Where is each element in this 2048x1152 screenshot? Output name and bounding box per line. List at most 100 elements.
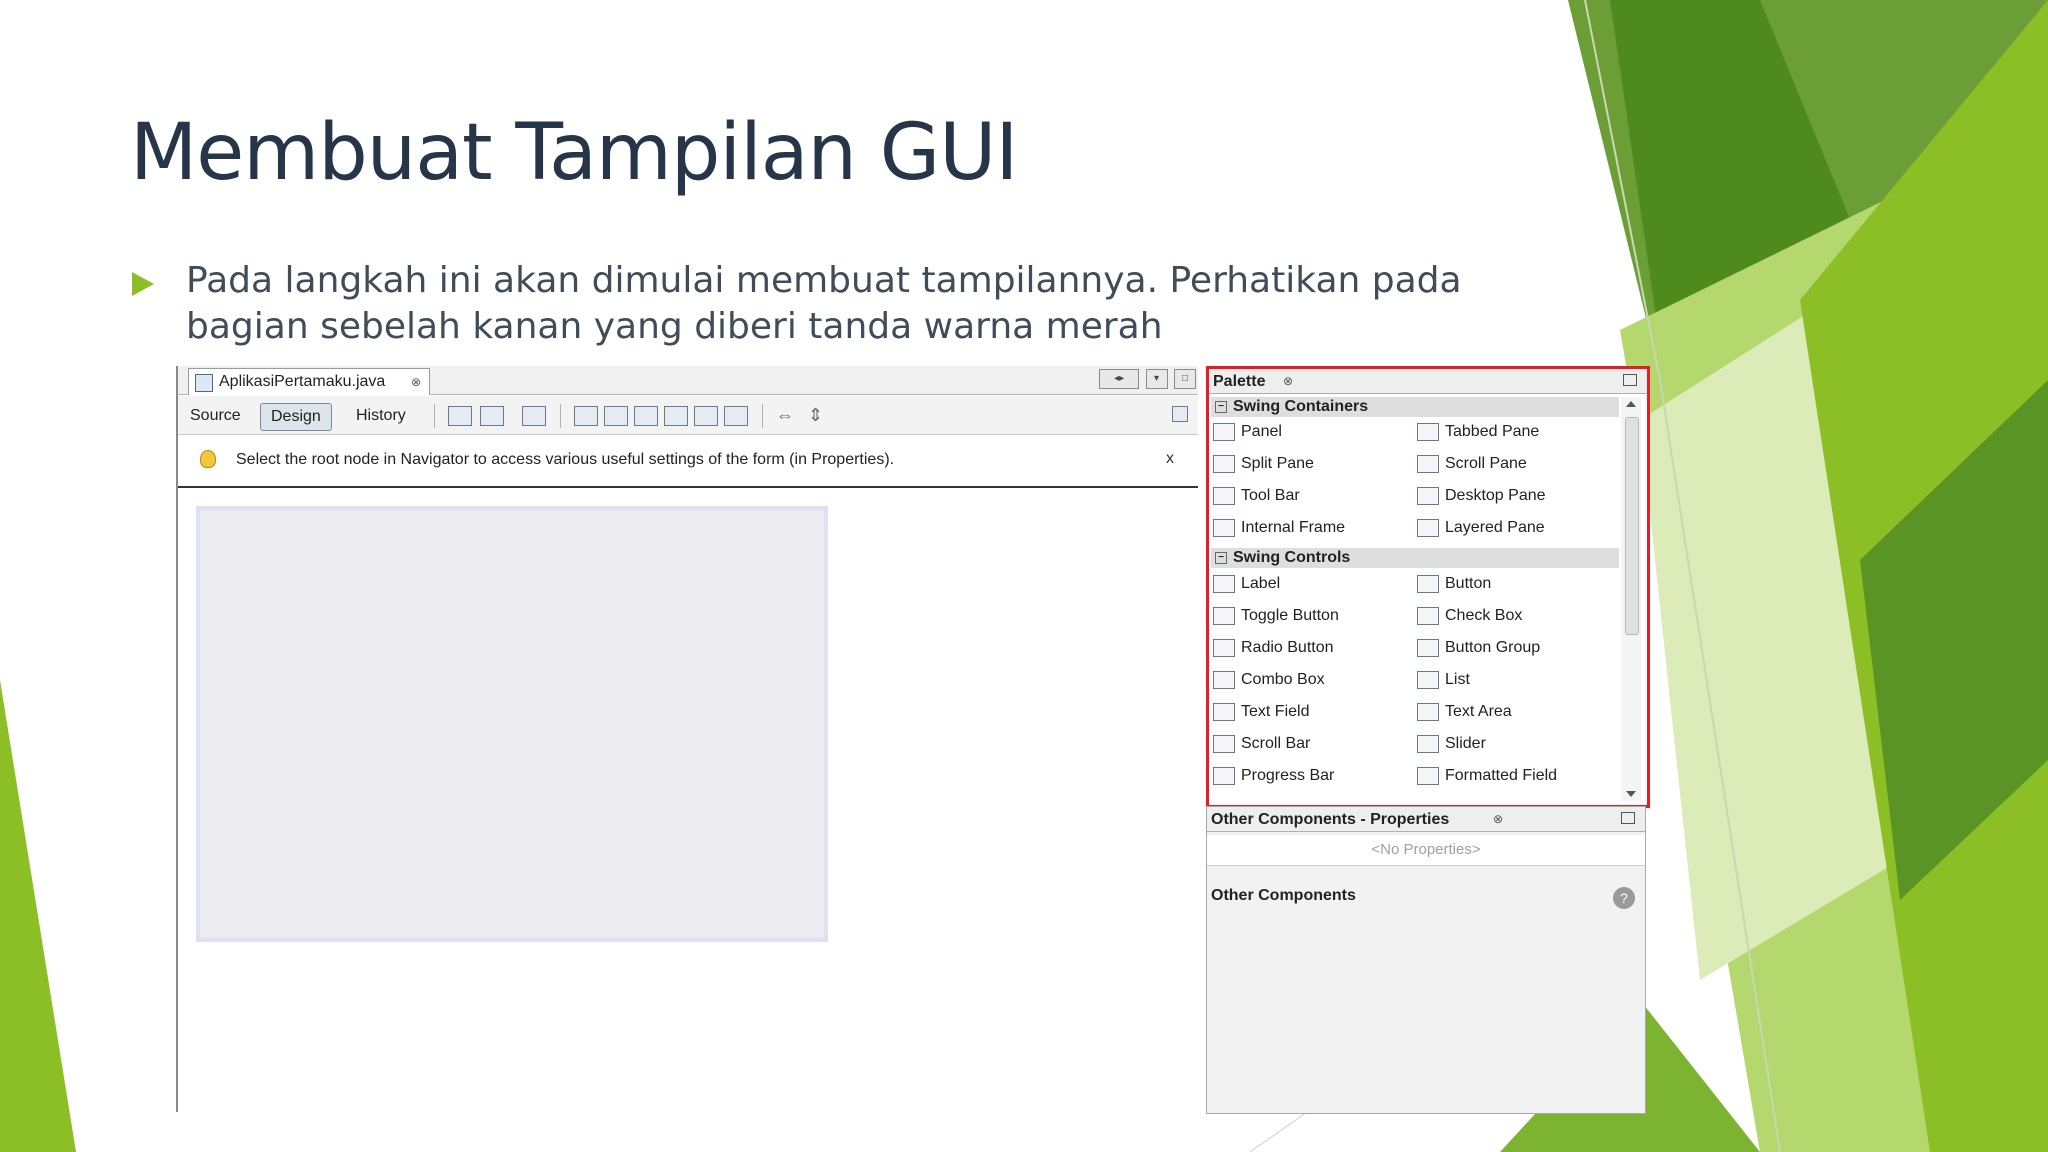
bullet-text: Pada langkah ini akan dimulai membuat ta…	[186, 260, 1462, 347]
palette-item-progress-bar[interactable]: Progress Bar	[1213, 765, 1334, 787]
selection-mode-icon[interactable]	[448, 406, 472, 426]
editor-tab-bar: AplikasiPertamaku.java ⊗ ◂▸ ▾ □	[178, 366, 1198, 395]
toggle-button-icon	[1213, 606, 1235, 625]
palette-item-formatted-field[interactable]: Formatted Field	[1417, 765, 1557, 787]
slider-icon	[1417, 734, 1439, 753]
palette-item-label[interactable]: Label	[1213, 573, 1280, 595]
file-tab-close-icon[interactable]: ⊗	[411, 369, 421, 395]
preview-design-icon[interactable]	[522, 406, 546, 426]
layered-pane-icon	[1417, 518, 1439, 537]
scroll-up-icon[interactable]	[1626, 401, 1636, 407]
help-icon[interactable]: ?	[1613, 887, 1635, 909]
formatted-field-icon	[1417, 766, 1439, 785]
palette-item-button[interactable]: Button	[1417, 573, 1491, 595]
palette-item-internal-frame[interactable]: Internal Frame	[1213, 517, 1345, 539]
label-icon	[1213, 574, 1235, 593]
properties-minimize-icon[interactable]	[1621, 812, 1635, 824]
palette-close-icon[interactable]: ⊗	[1283, 374, 1293, 388]
palette-minimize-icon[interactable]	[1623, 374, 1637, 386]
tool-bar-icon	[1213, 486, 1235, 505]
bullet-point: Pada langkah ini akan dimulai membuat ta…	[130, 258, 1550, 350]
check-box-icon	[1417, 606, 1439, 625]
hint-bar: Select the root node in Navigator to acc…	[178, 436, 1198, 488]
palette-item-button-group[interactable]: Button Group	[1417, 637, 1540, 659]
jframe-design-canvas[interactable]	[196, 506, 828, 942]
tabbed-pane-icon	[1417, 422, 1439, 441]
palette-item-text-field[interactable]: Text Field	[1213, 701, 1309, 723]
scroll-bar-icon	[1213, 734, 1235, 753]
palette-item-check-box[interactable]: Check Box	[1417, 605, 1522, 627]
internal-frame-icon	[1213, 518, 1235, 537]
scroll-pane-icon	[1417, 454, 1439, 473]
list-icon	[1417, 670, 1439, 689]
progress-bar-icon	[1213, 766, 1235, 785]
collapse-icon: −	[1215, 400, 1227, 413]
bullet-arrow-icon	[132, 272, 154, 296]
file-tab-label: AplikasiPertamaku.java	[219, 373, 386, 390]
scroll-down-icon[interactable]	[1626, 791, 1636, 797]
resize-vertical-icon[interactable]: ⇕	[808, 406, 830, 424]
properties-header: Other Components - Properties ⊗	[1207, 807, 1645, 832]
palette-item-tool-bar[interactable]: Tool Bar	[1213, 485, 1300, 507]
palette-item-radio-button[interactable]: Radio Button	[1213, 637, 1334, 659]
palette-item-layered-pane[interactable]: Layered Pane	[1417, 517, 1545, 539]
center-vertical-icon[interactable]	[724, 406, 748, 426]
slide-title: Membuat Tampilan GUI	[130, 108, 1018, 198]
history-button[interactable]: History	[346, 403, 416, 429]
palette-item-slider[interactable]: Slider	[1417, 733, 1486, 755]
hint-text: Select the root node in Navigator to acc…	[236, 451, 895, 468]
palette-item-combo-box[interactable]: Combo Box	[1213, 669, 1325, 691]
palette-item-split-pane[interactable]: Split Pane	[1213, 453, 1314, 475]
properties-close-icon[interactable]: ⊗	[1493, 812, 1503, 826]
center-horizontal-icon[interactable]	[634, 406, 658, 426]
file-tab[interactable]: AplikasiPertamaku.java ⊗	[188, 368, 430, 395]
properties-panel: Other Components - Properties ⊗ <No Prop…	[1206, 806, 1646, 1114]
split-pane-icon	[1213, 454, 1235, 473]
combo-box-icon	[1213, 670, 1235, 689]
scrollbar-thumb[interactable]	[1625, 417, 1639, 635]
palette-item-scroll-bar[interactable]: Scroll Bar	[1213, 733, 1310, 755]
align-bottom-icon[interactable]	[694, 406, 718, 426]
connection-mode-icon[interactable]	[480, 406, 504, 426]
palette-title: Palette	[1213, 373, 1266, 390]
collapse-icon: −	[1215, 551, 1227, 564]
java-file-icon	[195, 374, 213, 392]
category-swing-controls[interactable]: − Swing Controls	[1211, 548, 1619, 568]
palette-panel: Palette ⊗ − Swing Containers Panel Tabbed…	[1206, 366, 1650, 808]
source-button[interactable]: Source	[180, 403, 251, 429]
lightbulb-icon	[200, 450, 216, 468]
palette-item-desktop-pane[interactable]: Desktop Pane	[1417, 485, 1546, 507]
properties-title: Other Components - Properties	[1211, 811, 1450, 828]
align-top-icon[interactable]	[664, 406, 688, 426]
scroll-tabs-button[interactable]: ◂▸	[1099, 369, 1140, 389]
netbeans-screenshot: AplikasiPertamaku.java ⊗ ◂▸ ▾ □ Source D…	[176, 366, 1650, 1114]
editor-toolbar: Source Design History ⇔ ⇕	[178, 396, 1198, 435]
maximize-window-button[interactable]: □	[1174, 369, 1196, 389]
resize-horizontal-icon[interactable]: ⇔	[776, 406, 798, 424]
palette-item-tabbed-pane[interactable]: Tabbed Pane	[1417, 421, 1539, 443]
palette-item-panel[interactable]: Panel	[1213, 421, 1282, 443]
palette-item-toggle-button[interactable]: Toggle Button	[1213, 605, 1339, 627]
panel-icon	[1213, 422, 1235, 441]
radio-button-icon	[1213, 638, 1235, 657]
text-field-icon	[1213, 702, 1235, 721]
palette-item-list[interactable]: List	[1417, 669, 1470, 691]
deco-left-green	[0, 680, 76, 1152]
text-area-icon	[1417, 702, 1439, 721]
palette-header: Palette ⊗	[1209, 369, 1647, 394]
form-editor: AplikasiPertamaku.java ⊗ ◂▸ ▾ □ Source D…	[176, 366, 1200, 1112]
tab-controls: ◂▸ ▾ □	[1097, 369, 1196, 389]
align-right-icon[interactable]	[604, 406, 628, 426]
design-button[interactable]: Design	[260, 403, 332, 431]
category-swing-containers[interactable]: − Swing Containers	[1211, 397, 1619, 417]
button-icon	[1417, 574, 1439, 593]
palette-item-text-area[interactable]: Text Area	[1417, 701, 1512, 723]
expand-toolbar-icon[interactable]	[1172, 406, 1188, 422]
palette-scrollbar[interactable]	[1621, 397, 1641, 801]
palette-item-scroll-pane[interactable]: Scroll Pane	[1417, 453, 1527, 475]
desktop-pane-icon	[1417, 486, 1439, 505]
tab-list-button[interactable]: ▾	[1145, 369, 1168, 389]
button-group-icon	[1417, 638, 1439, 657]
hint-close-button[interactable]: x	[1166, 450, 1174, 468]
align-left-icon[interactable]	[574, 406, 598, 426]
